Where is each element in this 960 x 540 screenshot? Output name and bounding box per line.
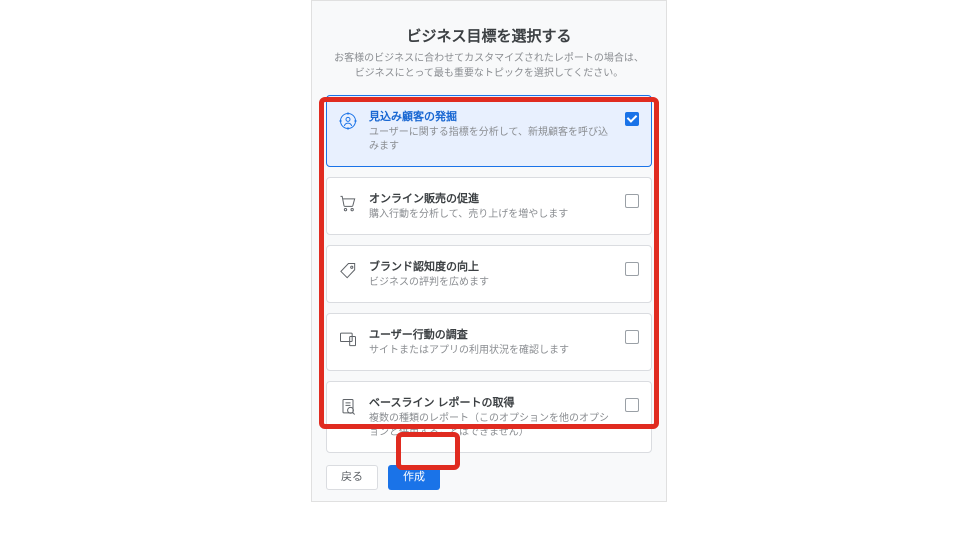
checkbox-baseline[interactable] <box>625 398 639 412</box>
option-desc: ビジネスの評判を広めます <box>369 276 615 290</box>
option-label: ベースライン レポートの取得 <box>369 394 615 410</box>
subtitle-line-2: ビジネスにとって最も重要なトピックを選択してください。 <box>355 68 624 79</box>
option-desc: 複数の種類のレポート（このオプションを他のオプションと併用することはできません） <box>369 412 615 440</box>
option-label: オンライン販売の促進 <box>369 190 615 206</box>
goal-panel: ビジネス目標を選択する お客様のビジネスに合わせてカスタマイズされたレポートの場… <box>311 0 667 502</box>
checkbox-lead-gen[interactable] <box>625 112 639 126</box>
option-brand-awareness[interactable]: ブランド認知度の向上 ビジネスの評判を広めます <box>326 245 652 303</box>
option-lead-gen[interactable]: 見込み顧客の発掘 ユーザーに関する指標を分析して、新規顧客を呼び込みます <box>326 95 652 167</box>
checkbox-brand-awareness[interactable] <box>625 262 639 276</box>
create-button[interactable]: 作成 <box>388 465 440 490</box>
checkbox-user-behavior[interactable] <box>625 330 639 344</box>
option-user-behavior[interactable]: ユーザー行動の調査 サイトまたはアプリの利用状況を確認します <box>326 313 652 371</box>
subtitle-line-1: お客様のビジネスに合わせてカスタマイズされたレポートの場合は、 <box>334 53 644 64</box>
options-list: 見込み顧客の発掘 ユーザーに関する指標を分析して、新規顧客を呼び込みます オンラ… <box>326 95 652 453</box>
checkbox-online-sales[interactable] <box>625 194 639 208</box>
option-text: オンライン販売の促進 購入行動を分析して、売り上げを増やします <box>369 190 615 222</box>
option-label: ブランド認知度の向上 <box>369 258 615 274</box>
page-subtitle: お客様のビジネスに合わせてカスタマイズされたレポートの場合は、 ビジネスにとって… <box>326 52 652 81</box>
option-text: ユーザー行動の調査 サイトまたはアプリの利用状況を確認します <box>369 326 615 358</box>
tag-icon <box>337 260 359 282</box>
option-online-sales[interactable]: オンライン販売の促進 購入行動を分析して、売り上げを増やします <box>326 177 652 235</box>
option-baseline[interactable]: ベースライン レポートの取得 複数の種類のレポート（このオプションを他のオプショ… <box>326 381 652 453</box>
option-label: 見込み顧客の発掘 <box>369 108 615 124</box>
target-user-icon <box>337 110 359 132</box>
option-desc: 購入行動を分析して、売り上げを増やします <box>369 208 615 222</box>
page-title: ビジネス目標を選択する <box>326 25 652 46</box>
dialog-footer: 戻る 作成 <box>326 465 652 490</box>
option-desc: ユーザーに関する指標を分析して、新規顧客を呼び込みます <box>369 126 615 154</box>
devices-icon <box>337 328 359 350</box>
option-label: ユーザー行動の調査 <box>369 326 615 342</box>
report-icon <box>337 396 359 418</box>
option-desc: サイトまたはアプリの利用状況を確認します <box>369 344 615 358</box>
cart-icon <box>337 192 359 214</box>
option-text: 見込み顧客の発掘 ユーザーに関する指標を分析して、新規顧客を呼び込みます <box>369 108 615 154</box>
option-text: ベースライン レポートの取得 複数の種類のレポート（このオプションを他のオプショ… <box>369 394 615 440</box>
option-text: ブランド認知度の向上 ビジネスの評判を広めます <box>369 258 615 290</box>
back-button[interactable]: 戻る <box>326 465 378 490</box>
